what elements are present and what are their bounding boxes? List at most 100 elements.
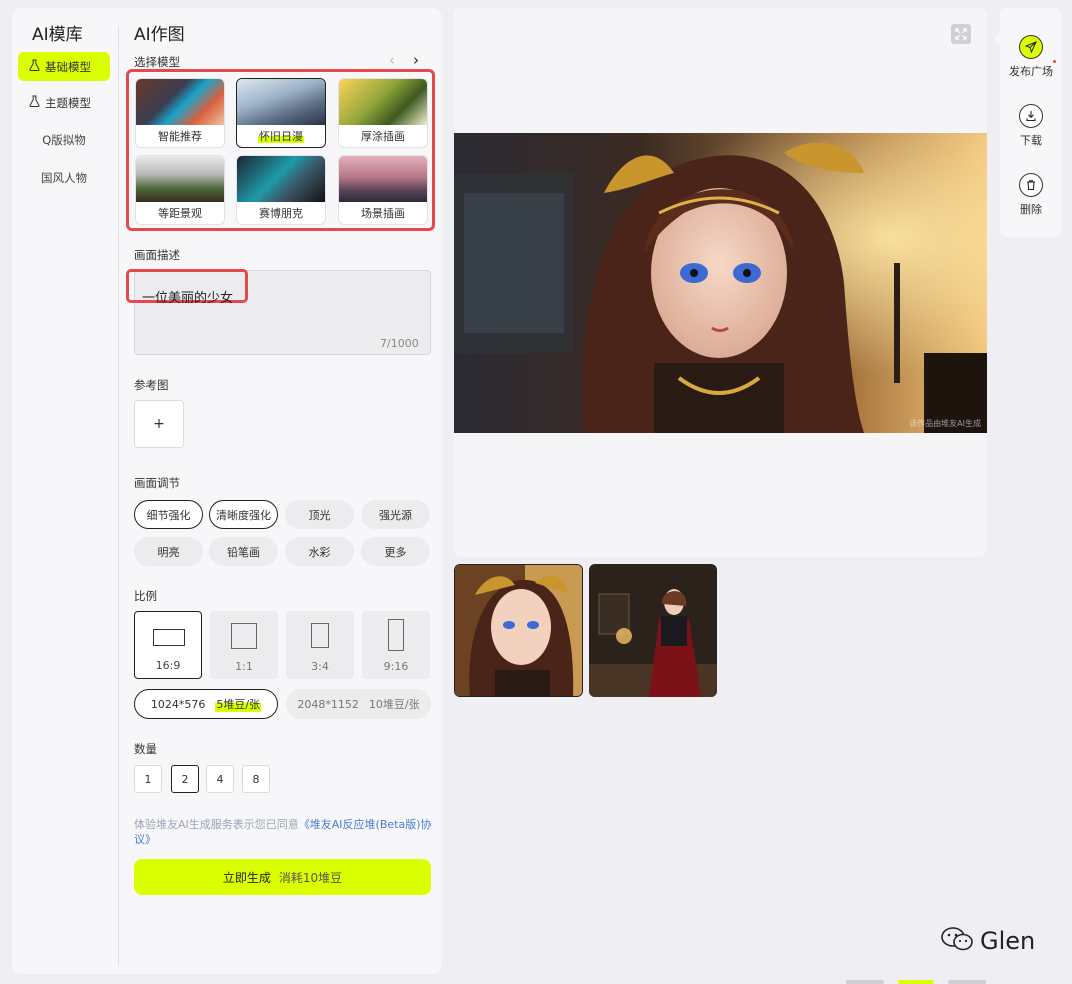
expand-icon[interactable] xyxy=(951,24,971,44)
ratio-shape xyxy=(153,629,185,646)
model-card-impasto[interactable]: 厚涂插画 xyxy=(338,78,428,148)
chip-watercolor[interactable]: 水彩 xyxy=(285,537,354,566)
chip-pencil[interactable]: 铅笔画 xyxy=(209,537,278,566)
model-thumbnail xyxy=(237,79,325,125)
ratio-shape xyxy=(231,623,257,649)
sidebar-item-label: 国风人物 xyxy=(41,170,87,185)
ratio-shape xyxy=(311,623,329,648)
qty-4[interactable]: 4 xyxy=(206,765,234,793)
download-icon xyxy=(1019,104,1043,128)
download-button[interactable]: 下载 xyxy=(1000,104,1062,148)
sidebar-item-theme-model[interactable]: 主题模型 xyxy=(18,88,110,117)
resolution-cost: 10堆豆/张 xyxy=(368,698,420,711)
model-thumbnail xyxy=(136,156,224,202)
sidebar-item-label: 基础模型 xyxy=(45,59,91,74)
ratio-1-1[interactable]: 1:1 xyxy=(210,611,278,679)
ratio-shape xyxy=(388,619,404,651)
agreement-text: 体验堆友AI生成服务表示您已同意《堆友AI反应堆(Beta版)协议》 xyxy=(134,818,432,846)
trash-icon xyxy=(1019,173,1043,197)
model-card-cyberpunk[interactable]: 赛博朋克 xyxy=(236,155,326,225)
generate-label: 立即生成 xyxy=(222,870,271,885)
divider xyxy=(118,26,119,966)
resolution-cost: 5堆豆/张 xyxy=(215,696,262,712)
add-reference-button[interactable]: + xyxy=(134,400,184,448)
model-card-scene[interactable]: 场景插画 xyxy=(338,155,428,225)
action-bar: 发布广场 下载 删除 xyxy=(1000,8,1062,237)
form-title: AI作图 xyxy=(134,25,185,45)
notification-dot xyxy=(1053,60,1056,63)
model-card-retro-anime[interactable]: 怀旧日漫 xyxy=(236,78,326,148)
sidebar-item-q-style[interactable]: Q版拟物 xyxy=(18,125,110,154)
model-label: 怀旧日漫 xyxy=(258,130,304,143)
chip-top-light[interactable]: 顶光 xyxy=(285,500,354,529)
model-label: 赛博朋克 xyxy=(259,207,303,220)
model-thumbnail xyxy=(339,79,427,125)
brand-watermark: Glen xyxy=(940,926,1035,956)
left-panel: AI模库 基础模型 主题模型 Q版拟物 国风人物 AI作图 选择模型 ‹ › 智… xyxy=(12,8,442,974)
qty-1[interactable]: 1 xyxy=(134,765,162,793)
action-label: 下载 xyxy=(1020,134,1042,147)
ratio-text: 3:4 xyxy=(311,660,329,673)
qty-label: 数量 xyxy=(134,742,157,756)
sidebar-item-label: 主题模型 xyxy=(45,95,91,110)
resolution-1024[interactable]: 1024*576 5堆豆/张 xyxy=(134,689,278,719)
model-label: 智能推荐 xyxy=(158,130,202,143)
model-library-sidebar: AI模库 基础模型 主题模型 Q版拟物 国风人物 xyxy=(12,8,118,974)
publish-button[interactable]: 发布广场 xyxy=(1000,35,1062,79)
ratio-16-9[interactable]: 16:9 xyxy=(134,611,202,679)
qty-2[interactable]: 2 xyxy=(171,765,199,793)
preview-area: 该作品由堆友AI生成 xyxy=(454,8,987,557)
model-card-smart[interactable]: 智能推荐 xyxy=(135,78,225,148)
send-icon xyxy=(1019,35,1043,59)
chip-more[interactable]: 更多 xyxy=(361,537,430,566)
model-thumbnail xyxy=(136,79,224,125)
generate-cost: 消耗10堆豆 xyxy=(278,870,343,885)
sidebar-item-chinese-style[interactable]: 国风人物 xyxy=(18,163,110,192)
bottom-strip xyxy=(846,980,884,984)
resolution-size: 2048*1152 xyxy=(297,697,359,711)
model-section-label: 选择模型 xyxy=(134,55,180,69)
sidebar-item-label: Q版拟物 xyxy=(42,132,86,147)
flask-icon xyxy=(27,59,41,74)
bottom-strip xyxy=(898,980,934,984)
sidebar-item-basic-model[interactable]: 基础模型 xyxy=(18,52,110,81)
sidebar-title: AI模库 xyxy=(32,25,83,45)
brand-name: Glen xyxy=(980,927,1036,955)
model-label: 场景插画 xyxy=(361,207,405,220)
chip-strong-light[interactable]: 强光源 xyxy=(361,500,430,529)
model-thumbnail xyxy=(237,156,325,202)
chevron-right-icon[interactable]: › xyxy=(408,52,424,68)
model-card-isometric[interactable]: 等距景观 xyxy=(135,155,225,225)
resolution-size: 1024*576 xyxy=(150,697,206,711)
ratio-3-4[interactable]: 3:4 xyxy=(286,611,354,679)
bottom-strip xyxy=(948,980,986,984)
ratio-label: 比例 xyxy=(134,589,157,603)
generate-button[interactable]: 立即生成 消耗10堆豆 xyxy=(134,859,431,895)
chip-bright[interactable]: 明亮 xyxy=(134,537,203,566)
wechat-icon xyxy=(940,926,974,956)
generated-image[interactable]: 该作品由堆友AI生成 xyxy=(454,133,987,433)
adjust-label: 画面调节 xyxy=(134,476,180,490)
ratio-text: 16:9 xyxy=(155,659,181,672)
ratio-text: 1:1 xyxy=(235,660,253,673)
generation-form: AI作图 选择模型 ‹ › 智能推荐 怀旧日漫 厚涂插画 等距景观 赛博朋克 场… xyxy=(126,8,435,974)
action-label: 发布广场 xyxy=(1009,65,1053,78)
result-thumbnail-2[interactable] xyxy=(589,564,717,697)
image-watermark: 该作品由堆友AI生成 xyxy=(909,419,981,428)
char-counter: 7/1000 xyxy=(380,337,419,350)
ratio-9-16[interactable]: 9:16 xyxy=(362,611,430,679)
ratio-text: 9:16 xyxy=(383,660,409,673)
qty-8[interactable]: 8 xyxy=(242,765,270,793)
ref-label: 参考图 xyxy=(134,378,169,392)
action-label: 删除 xyxy=(1020,203,1042,216)
desc-label: 画面描述 xyxy=(134,248,180,262)
resolution-2048[interactable]: 2048*1152 10堆豆/张 xyxy=(286,689,431,719)
chip-clarity[interactable]: 清晰度强化 xyxy=(209,500,278,529)
chevron-left-icon[interactable]: ‹ xyxy=(384,52,400,68)
chip-detail[interactable]: 细节强化 xyxy=(134,500,203,529)
result-thumbnail-1[interactable] xyxy=(454,564,583,697)
delete-button[interactable]: 删除 xyxy=(1000,173,1062,217)
model-thumbnail xyxy=(339,156,427,202)
model-label: 厚涂插画 xyxy=(361,130,405,143)
flask-icon xyxy=(27,95,41,110)
